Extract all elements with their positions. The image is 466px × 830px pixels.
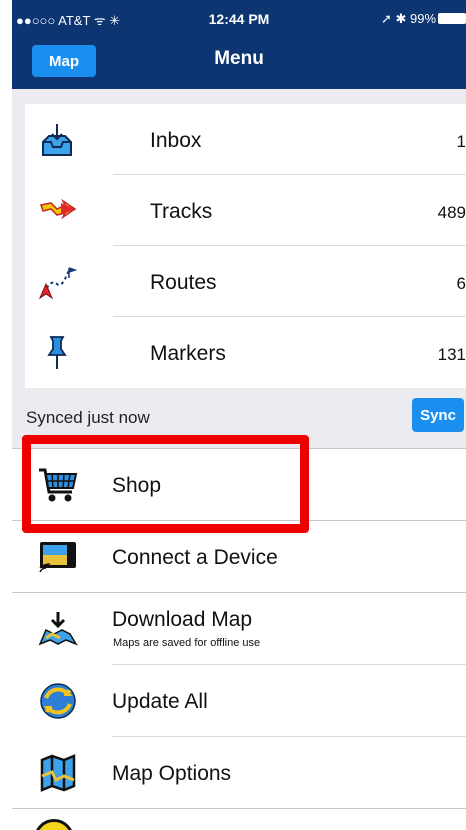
menu-item-download-map[interactable]: Download Map Maps are saved for offline … xyxy=(12,593,466,665)
page-title: Menu xyxy=(214,48,264,69)
menu-item-map-options[interactable]: Map Options xyxy=(12,737,466,809)
item-count: 1 xyxy=(456,132,466,151)
track-arrow-icon xyxy=(37,193,77,229)
sync-status: Synced just now xyxy=(26,408,150,427)
menu-item-label: Markers xyxy=(150,342,226,365)
menu-item-update-all[interactable]: Update All xyxy=(12,665,466,737)
highlight-box xyxy=(22,435,309,533)
menu-item-label: Download Map xyxy=(112,608,253,631)
menu-item-subtitle: Maps are saved for offline use xyxy=(113,637,261,649)
item-count: 489 xyxy=(437,203,466,222)
inbox-icon xyxy=(37,122,77,158)
status-bar: ●●○○○ AT&T ᯤ ✳ 12:44 PM ➚ ✱ 99% xyxy=(12,0,466,36)
sync-button[interactable]: Sync xyxy=(412,398,464,432)
menu-item-tracks[interactable]: Tracks 489 xyxy=(25,175,466,246)
download-map-icon xyxy=(38,610,78,648)
status-right: ➚ ✱ 99% xyxy=(380,11,436,26)
menu-item-inbox[interactable]: Inbox 1 xyxy=(25,104,466,175)
update-globe-icon xyxy=(38,682,78,720)
route-icon xyxy=(37,264,77,300)
menu-item-markers[interactable]: Markers 131 xyxy=(25,317,466,388)
menu-item-label: Update All xyxy=(112,690,208,713)
sync-row: Synced just now Sync xyxy=(12,398,466,438)
pushpin-icon xyxy=(37,335,77,371)
item-count: 131 xyxy=(437,345,466,364)
data-card: Inbox 1 Tracks 489 Routes 6 Markers 131 xyxy=(25,104,466,388)
menu-item-label: Tracks xyxy=(150,200,213,223)
menu-item-label: Map Options xyxy=(112,762,232,785)
menu-item-label: Connect a Device xyxy=(112,546,278,569)
partial-next-icon xyxy=(34,819,74,830)
item-count: 6 xyxy=(456,274,466,293)
menu-item-label: Inbox xyxy=(150,129,202,152)
app-screen: ●●○○○ AT&T ᯤ ✳ 12:44 PM ➚ ✱ 99% Map Menu… xyxy=(12,0,466,830)
battery-icon xyxy=(438,13,466,24)
nav-header: ●●○○○ AT&T ᯤ ✳ 12:44 PM ➚ ✱ 99% Map Menu xyxy=(12,0,466,89)
menu-item-label: Routes xyxy=(150,271,217,294)
folded-map-icon xyxy=(38,754,78,792)
gps-device-icon xyxy=(38,538,78,576)
menu-item-routes[interactable]: Routes 6 xyxy=(25,246,466,317)
